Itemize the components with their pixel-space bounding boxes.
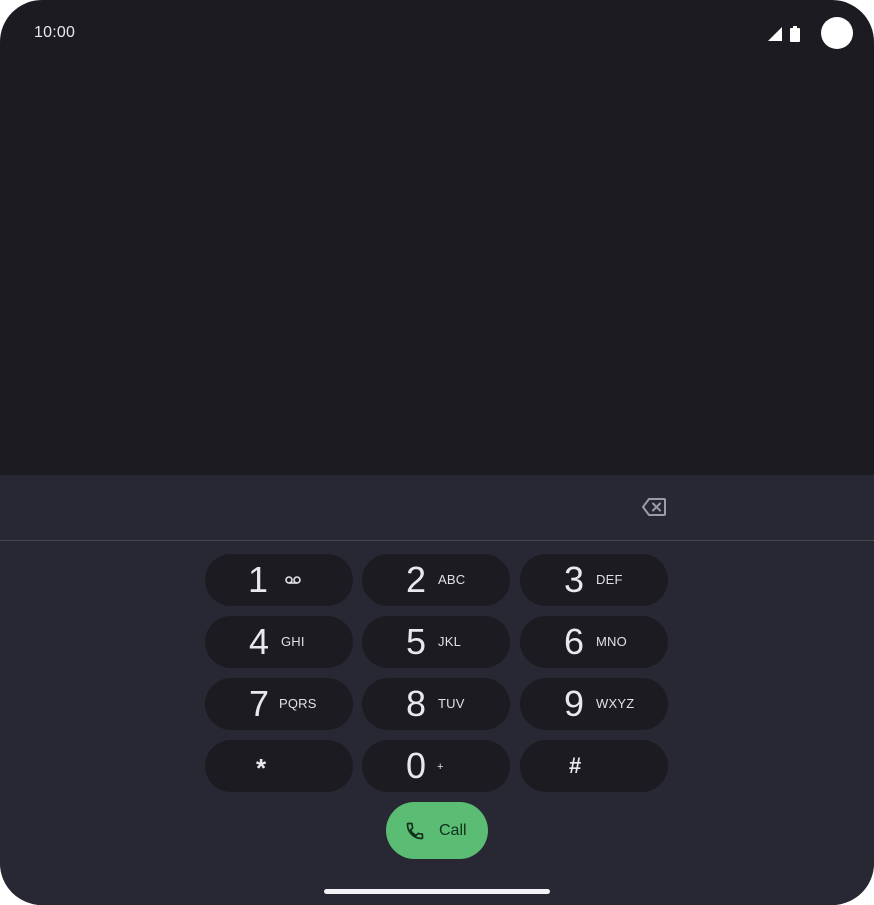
dialpad-key-5[interactable]: 5 JKL	[362, 616, 510, 668]
key-letters: DEF	[596, 572, 623, 587]
camera-cutout	[821, 17, 853, 49]
phone-icon	[406, 822, 424, 840]
key-digit: 8	[406, 683, 427, 724]
dialpad-key-pound[interactable]: #	[520, 740, 668, 792]
key-letters: WXYZ	[596, 696, 635, 711]
key-digit: 3	[564, 559, 585, 600]
status-bar: 10:00	[0, 0, 874, 68]
key-digit: 0	[406, 745, 427, 786]
key-letters: ABC	[438, 572, 466, 587]
dialpad-panel: 1 2 ABC 3 DEF 4 GHI 5 JKL 6 MNO 7 PQRS 8…	[0, 475, 874, 905]
key-digit: 9	[564, 683, 585, 724]
dialpad-key-3[interactable]: 3 DEF	[520, 554, 668, 606]
dialed-digits-field[interactable]	[210, 489, 620, 525]
dialpad-key-9[interactable]: 9 WXYZ	[520, 678, 668, 730]
voicemail-icon	[285, 576, 301, 584]
divider	[0, 540, 874, 541]
dialpad-key-2[interactable]: 2 ABC	[362, 554, 510, 606]
dialpad-key-1[interactable]: 1	[205, 554, 353, 606]
dialpad-key-0[interactable]: 0 +	[362, 740, 510, 792]
backspace-icon	[642, 498, 666, 516]
phone-screen: 10:00 1 2 ABC 3 DEF 4 GHI 5 JKL 6 MNO 7 …	[0, 0, 874, 905]
key-letters: PQRS	[279, 696, 317, 711]
dialpad-key-4[interactable]: 4 GHI	[205, 616, 353, 668]
key-letters: +	[437, 761, 444, 773]
battery-icon	[790, 26, 800, 42]
key-letters: TUV	[438, 696, 465, 711]
dialpad-key-6[interactable]: 6 MNO	[520, 616, 668, 668]
key-digit: 1	[248, 559, 269, 600]
key-letters: JKL	[438, 634, 462, 649]
key-letters: MNO	[596, 634, 627, 649]
key-digit: 2	[406, 559, 427, 600]
key-digit: 7	[249, 683, 270, 724]
dialpad-key-star[interactable]: *	[205, 740, 353, 792]
key-digit: 5	[406, 621, 427, 662]
key-digit: #	[569, 753, 582, 778]
key-letters: GHI	[281, 634, 305, 649]
key-digit: 4	[249, 621, 270, 662]
digits-row	[0, 475, 874, 540]
navigation-handle[interactable]	[324, 889, 550, 894]
call-button[interactable]: Call	[386, 802, 488, 859]
signal-icon	[768, 27, 782, 41]
key-digit: *	[256, 753, 267, 783]
status-time: 10:00	[34, 24, 76, 41]
call-label: Call	[439, 822, 467, 839]
backspace-button[interactable]	[636, 493, 672, 521]
dialpad-key-7[interactable]: 7 PQRS	[205, 678, 353, 730]
dialpad-key-8[interactable]: 8 TUV	[362, 678, 510, 730]
key-digit: 6	[564, 621, 585, 662]
